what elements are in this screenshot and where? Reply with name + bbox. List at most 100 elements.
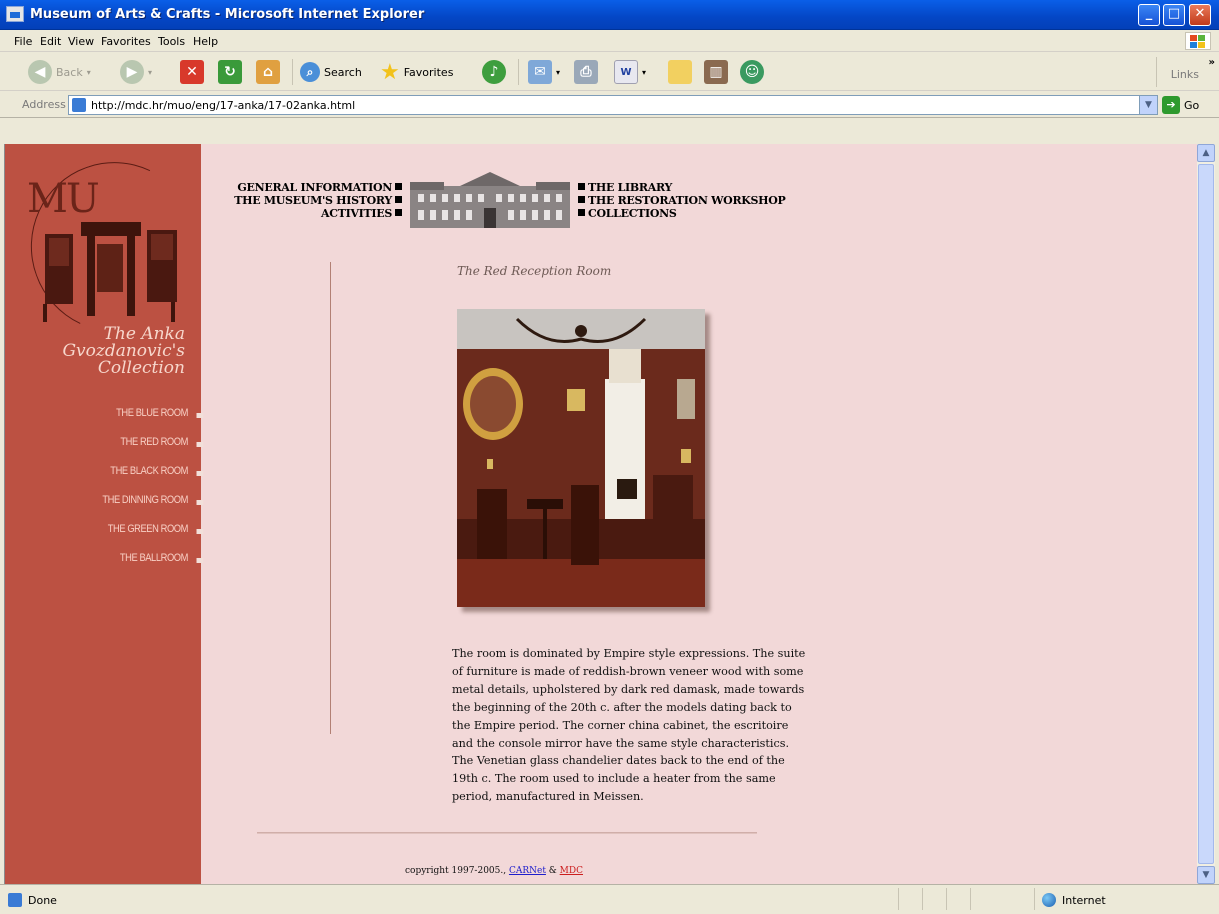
menu-file[interactable]: File [14, 35, 32, 48]
scroll-down-icon[interactable]: ▼ [1197, 866, 1215, 884]
status-text: Done [28, 894, 57, 907]
home-button[interactable]: ⌂ [256, 57, 280, 87]
window-title: Museum of Arts & Crafts - Microsoft Inte… [30, 7, 425, 22]
close-button[interactable]: ✕ [1189, 4, 1211, 26]
stop-button[interactable]: ✕ [180, 57, 204, 87]
links-label[interactable]: Links [1171, 68, 1199, 81]
menu-favorites[interactable]: Favorites [101, 35, 151, 48]
photo-caption: The Red Reception Room [457, 264, 612, 278]
toolbar-separator [292, 59, 293, 85]
address-input[interactable]: http://mdc.hr/muo/eng/17-anka/17-02anka.… [68, 95, 1158, 115]
page-viewport: MU The Anka Gvozdanovic's Collection THE… [4, 144, 1197, 884]
security-zone: Internet [1042, 893, 1106, 907]
room-link-ballroom[interactable]: THE BALLROOM [61, 552, 206, 581]
research-icon: ▥ [704, 60, 728, 84]
favorites-button[interactable]: ★ Favorites [380, 57, 453, 87]
collection-title: The Anka Gvozdanovic's Collection [35, 326, 185, 377]
page-done-icon [8, 893, 22, 907]
address-url: http://mdc.hr/muo/eng/17-anka/17-02anka.… [91, 99, 356, 112]
scroll-thumb[interactable] [1198, 164, 1214, 864]
back-dropdown-icon: ▾ [86, 67, 91, 77]
media-button[interactable]: ♪ [482, 57, 506, 87]
messenger-icon: ☺ [740, 60, 764, 84]
nav-label: THE RESTORATION WORKSHOP [588, 194, 786, 207]
vertical-scrollbar[interactable]: ▲ ▼ [1197, 144, 1215, 884]
messenger-button[interactable]: ☺ [740, 57, 764, 87]
menu-tools[interactable]: Tools [158, 35, 185, 48]
window-titlebar: Museum of Arts & Crafts - Microsoft Inte… [0, 0, 1219, 30]
copyright: copyright 1997-2005., CARNet & MDC [405, 866, 583, 876]
nav-link-restoration-workshop[interactable]: THE RESTORATION WORKSHOP [575, 194, 835, 207]
page-icon [72, 98, 86, 112]
forward-button[interactable]: ▶ ▾ [120, 57, 152, 87]
copyright-amp: & [545, 866, 560, 876]
nav-link-library[interactable]: THE LIBRARY [575, 181, 835, 194]
menu-edit[interactable]: Edit [40, 35, 61, 48]
edit-button[interactable]: W ▾ [614, 57, 646, 87]
furniture-image [43, 222, 177, 322]
nav-bullet [578, 209, 585, 216]
print-button[interactable]: ⎙ [574, 57, 598, 87]
windows-logo-icon [1185, 32, 1211, 50]
nav-bullet [395, 196, 402, 203]
go-button[interactable]: ➔ Go [1162, 96, 1199, 114]
favorites-star-icon: ★ [380, 59, 400, 85]
horizontal-rule [257, 832, 757, 834]
refresh-button[interactable]: ↻ [218, 57, 242, 87]
nav-link-activities[interactable]: ACTIVITIES [205, 207, 405, 220]
sidebar: MU The Anka Gvozdanovic's Collection THE… [5, 144, 224, 884]
nav-link-museums-history[interactable]: THE MUSEUM'S HISTORY [205, 194, 405, 207]
room-link-green[interactable]: THE GREEN ROOM [61, 523, 206, 552]
menu-bar: File Edit View Favorites Tools Help [0, 30, 1219, 52]
address-bar: Address http://mdc.hr/muo/eng/17-anka/17… [0, 92, 1219, 118]
chevron-right-icon[interactable]: » [1209, 57, 1215, 68]
room-link-red[interactable]: THE RED ROOM [61, 436, 206, 465]
scroll-up-icon[interactable]: ▲ [1197, 144, 1215, 162]
standard-toolbar: ◀ Back ▾ ▶ ▾ ✕ ↻ ⌂ ⌕ Search ★ Favorites … [0, 53, 1219, 91]
globe-icon [1042, 893, 1056, 907]
menu-view[interactable]: View [68, 35, 94, 48]
favorites-label: Favorites [403, 65, 454, 79]
mail-button[interactable]: ✉ ▾ [528, 57, 560, 87]
nav-link-collections[interactable]: COLLECTIONS [575, 207, 835, 220]
go-label: Go [1184, 98, 1200, 112]
status-divider [922, 888, 923, 910]
home-icon: ⌂ [256, 60, 280, 84]
viewport-top-edge [4, 119, 1215, 144]
nav-label: THE LIBRARY [588, 181, 673, 194]
research-button[interactable]: ▥ [704, 57, 728, 87]
nav-bullet [578, 196, 585, 203]
top-nav-left: GENERAL INFORMATION THE MUSEUM'S HISTORY… [205, 181, 405, 220]
vertical-divider [330, 262, 331, 734]
toolbar-separator [1156, 57, 1157, 87]
mail-dropdown-icon: ▾ [556, 67, 561, 77]
room-link-black[interactable]: THE BLACK ROOM [61, 465, 206, 494]
collection-title-line: Collection [97, 358, 185, 378]
maximize-button[interactable]: □ [1163, 4, 1185, 26]
search-label: Search [324, 65, 362, 79]
menu-help[interactable]: Help [193, 35, 218, 48]
copyright-text: copyright 1997-2005., [405, 866, 509, 876]
room-link-dinning[interactable]: THE DINNING ROOM [61, 494, 206, 523]
nav-link-general-information[interactable]: GENERAL INFORMATION [205, 181, 405, 194]
nav-bullet [395, 209, 402, 216]
print-icon: ⎙ [574, 60, 598, 84]
search-button[interactable]: ⌕ Search [300, 57, 362, 87]
back-button[interactable]: ◀ Back ▾ [28, 57, 91, 87]
discuss-button[interactable] [668, 57, 692, 87]
top-nav-right: THE LIBRARY THE RESTORATION WORKSHOP COL… [575, 181, 835, 220]
word-edit-icon: W [614, 60, 638, 84]
nav-label: COLLECTIONS [588, 207, 677, 220]
carnet-link[interactable]: CARNet [509, 866, 546, 876]
forward-arrow-icon: ▶ [120, 60, 144, 84]
nav-label: GENERAL INFORMATION [237, 181, 392, 194]
address-label: Address [22, 98, 66, 111]
edit-dropdown-icon: ▾ [642, 67, 647, 77]
minimize-button[interactable]: _ [1138, 4, 1160, 26]
zone-label: Internet [1062, 893, 1106, 907]
room-link-blue[interactable]: THE BLUE ROOM [61, 407, 206, 436]
refresh-icon: ↻ [218, 60, 242, 84]
mdc-link[interactable]: MDC [560, 866, 583, 876]
address-dropdown-icon[interactable]: ▼ [1139, 96, 1157, 114]
museum-building-image[interactable] [410, 168, 570, 228]
